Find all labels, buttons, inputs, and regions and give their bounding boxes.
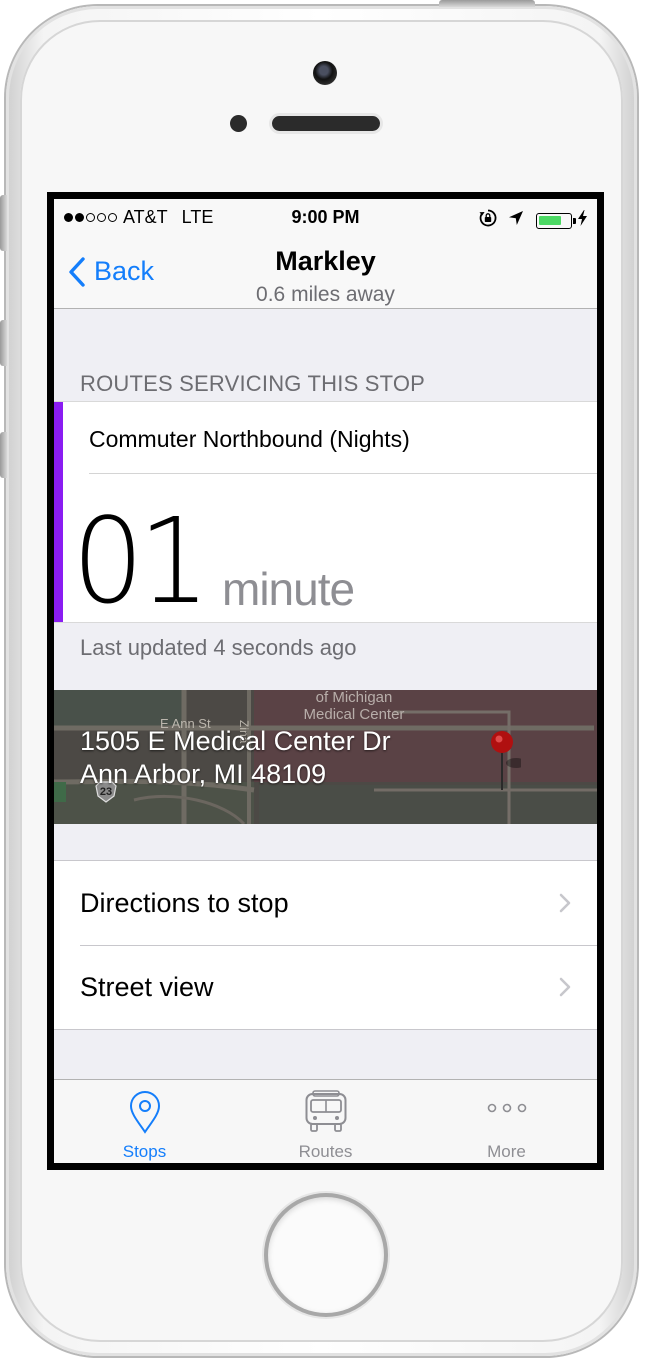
page-title: Markley (275, 246, 376, 276)
route-name: Commuter Northbound (Nights) (89, 426, 410, 452)
status-right (478, 208, 587, 233)
app-display: AT&T LTE 9:00 PM Back Markley 0.6 miles … (54, 199, 597, 1163)
earpiece-speaker (272, 116, 380, 131)
svg-text:Medical Center: Medical Center (304, 706, 405, 723)
directions-to-stop-label: Directions to stop (80, 887, 289, 918)
location-pin-icon (54, 1090, 235, 1134)
bus-icon (235, 1090, 416, 1134)
tab-bar: Stops Routes More (54, 1079, 597, 1163)
status-bar: AT&T LTE 9:00 PM (54, 199, 597, 235)
screen-bezel: AT&T LTE 9:00 PM Back Markley 0.6 miles … (47, 192, 604, 1170)
sleep-button (439, 0, 535, 7)
tab-more-label: More (487, 1142, 526, 1161)
volume-down-button (0, 432, 7, 478)
battery-icon (536, 212, 576, 229)
stop-location-map[interactable]: 23 E Ann St Zina of Michigan Medical Cen… (54, 690, 597, 824)
directions-to-stop-row[interactable]: Directions to stop (54, 861, 597, 945)
chevron-right-icon (559, 893, 571, 913)
last-updated-text: Last updated 4 seconds ago (80, 635, 357, 660)
tab-stops-label: Stops (122, 1142, 167, 1161)
volume-up-button (0, 320, 7, 366)
orientation-lock-icon (478, 208, 498, 233)
address-line-1: 1505 E Medical Center Dr (80, 726, 391, 756)
street-view-row[interactable]: Street view (54, 945, 597, 1029)
stop-actions-list: Directions to stop Street view (54, 860, 597, 1030)
tab-routes-label: Routes (298, 1142, 353, 1161)
route-divider (89, 473, 597, 474)
distance-subtitle: 0.6 miles away (256, 283, 395, 306)
eta-unit: minute (222, 563, 355, 615)
mute-switch (0, 195, 7, 251)
map-pin-icon (491, 731, 521, 790)
proximity-sensor (230, 115, 247, 132)
navigation-bar: Back Markley 0.6 miles away (54, 235, 597, 309)
address-line-2: Ann Arbor, MI 48109 (80, 759, 327, 789)
charging-bolt-icon (578, 210, 587, 231)
eta-value: 01 (72, 492, 210, 630)
battery-cap (573, 217, 576, 224)
location-arrow-icon (508, 210, 524, 231)
street-view-label: Street view (80, 971, 214, 1002)
battery-level (539, 215, 561, 225)
routes-section-header: ROUTES SERVICING THIS STOP (80, 371, 426, 396)
more-dots-icon (416, 1102, 597, 1114)
svg-text:of Michigan: of Michigan (316, 690, 393, 706)
route-card[interactable]: Commuter Northbound (Nights) 01 minute (54, 401, 597, 630)
front-camera (313, 61, 337, 85)
tab-stops[interactable]: Stops (54, 1080, 235, 1163)
tab-routes[interactable]: Routes (235, 1080, 416, 1163)
home-button[interactable] (268, 1197, 384, 1313)
chevron-right-icon (559, 977, 571, 997)
tab-more[interactable]: More (416, 1080, 597, 1163)
route-color-stripe (54, 402, 63, 622)
